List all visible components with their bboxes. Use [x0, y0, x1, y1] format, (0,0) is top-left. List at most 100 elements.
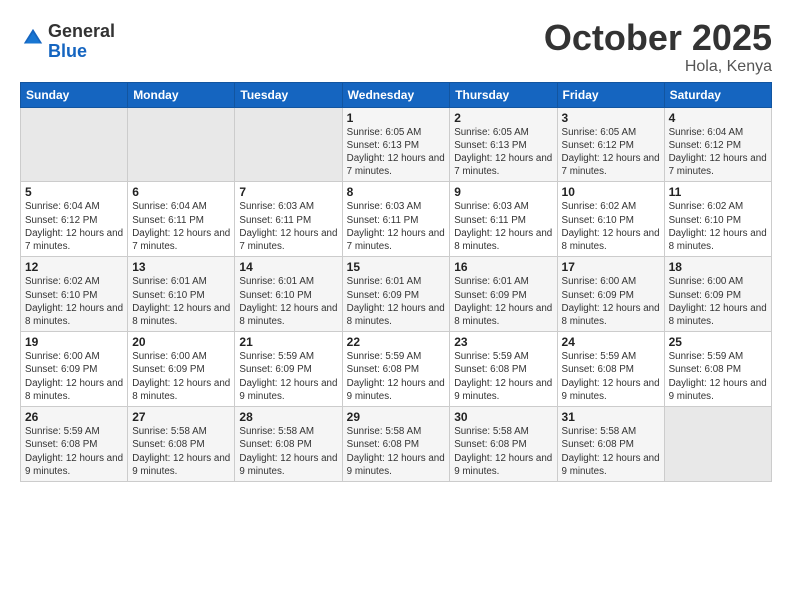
day-number: 19 — [25, 335, 123, 349]
weekday-header-sunday: Sunday — [21, 82, 128, 107]
day-number: 22 — [347, 335, 446, 349]
weekday-header-saturday: Saturday — [664, 82, 771, 107]
day-number: 13 — [132, 260, 230, 274]
location: Hola, Kenya — [544, 58, 772, 76]
calendar-cell: 10Sunrise: 6:02 AM Sunset: 6:10 PM Dayli… — [557, 182, 664, 257]
day-info: Sunrise: 6:03 AM Sunset: 6:11 PM Dayligh… — [239, 200, 337, 253]
day-number: 24 — [562, 335, 660, 349]
calendar-cell: 14Sunrise: 6:01 AM Sunset: 6:10 PM Dayli… — [235, 257, 342, 332]
day-number: 31 — [562, 410, 660, 424]
page-header: General Blue October 2025 Hola, Kenya — [20, 18, 772, 76]
day-info: Sunrise: 6:05 AM Sunset: 6:13 PM Dayligh… — [454, 126, 552, 179]
day-info: Sunrise: 6:03 AM Sunset: 6:11 PM Dayligh… — [454, 200, 552, 253]
day-number: 17 — [562, 260, 660, 274]
day-info: Sunrise: 5:58 AM Sunset: 6:08 PM Dayligh… — [239, 425, 337, 478]
day-number: 8 — [347, 185, 446, 199]
day-number: 1 — [347, 111, 446, 125]
calendar-week-3: 12Sunrise: 6:02 AM Sunset: 6:10 PM Dayli… — [21, 257, 772, 332]
day-number: 15 — [347, 260, 446, 274]
weekday-header-wednesday: Wednesday — [342, 82, 450, 107]
calendar-cell: 21Sunrise: 5:59 AM Sunset: 6:09 PM Dayli… — [235, 332, 342, 407]
calendar-cell: 25Sunrise: 5:59 AM Sunset: 6:08 PM Dayli… — [664, 332, 771, 407]
title-block: October 2025 Hola, Kenya — [544, 18, 772, 76]
day-info: Sunrise: 6:01 AM Sunset: 6:10 PM Dayligh… — [132, 275, 230, 328]
day-number: 5 — [25, 185, 123, 199]
weekday-header-thursday: Thursday — [450, 82, 557, 107]
day-info: Sunrise: 6:02 AM Sunset: 6:10 PM Dayligh… — [25, 275, 123, 328]
calendar-cell: 1Sunrise: 6:05 AM Sunset: 6:13 PM Daylig… — [342, 107, 450, 182]
calendar-cell — [664, 407, 771, 482]
calendar-cell: 30Sunrise: 5:58 AM Sunset: 6:08 PM Dayli… — [450, 407, 557, 482]
day-number: 4 — [669, 111, 767, 125]
calendar-cell: 16Sunrise: 6:01 AM Sunset: 6:09 PM Dayli… — [450, 257, 557, 332]
calendar-cell — [235, 107, 342, 182]
calendar-cell: 31Sunrise: 5:58 AM Sunset: 6:08 PM Dayli… — [557, 407, 664, 482]
calendar-week-2: 5Sunrise: 6:04 AM Sunset: 6:12 PM Daylig… — [21, 182, 772, 257]
day-info: Sunrise: 5:59 AM Sunset: 6:08 PM Dayligh… — [347, 350, 446, 403]
weekday-header-friday: Friday — [557, 82, 664, 107]
calendar-cell: 19Sunrise: 6:00 AM Sunset: 6:09 PM Dayli… — [21, 332, 128, 407]
logo-blue-text: Blue — [48, 41, 87, 61]
day-number: 21 — [239, 335, 337, 349]
day-number: 2 — [454, 111, 552, 125]
day-info: Sunrise: 6:04 AM Sunset: 6:12 PM Dayligh… — [25, 200, 123, 253]
calendar-cell: 8Sunrise: 6:03 AM Sunset: 6:11 PM Daylig… — [342, 182, 450, 257]
day-number: 28 — [239, 410, 337, 424]
day-info: Sunrise: 6:00 AM Sunset: 6:09 PM Dayligh… — [132, 350, 230, 403]
day-info: Sunrise: 6:04 AM Sunset: 6:11 PM Dayligh… — [132, 200, 230, 253]
calendar-week-1: 1Sunrise: 6:05 AM Sunset: 6:13 PM Daylig… — [21, 107, 772, 182]
day-info: Sunrise: 5:58 AM Sunset: 6:08 PM Dayligh… — [132, 425, 230, 478]
calendar-cell: 27Sunrise: 5:58 AM Sunset: 6:08 PM Dayli… — [128, 407, 235, 482]
logo-icon — [22, 27, 44, 49]
calendar-cell: 4Sunrise: 6:04 AM Sunset: 6:12 PM Daylig… — [664, 107, 771, 182]
day-number: 11 — [669, 185, 767, 199]
day-number: 20 — [132, 335, 230, 349]
weekday-header-tuesday: Tuesday — [235, 82, 342, 107]
logo: General Blue — [20, 22, 115, 62]
day-info: Sunrise: 6:05 AM Sunset: 6:13 PM Dayligh… — [347, 126, 446, 179]
day-info: Sunrise: 5:59 AM Sunset: 6:08 PM Dayligh… — [454, 350, 552, 403]
calendar-cell — [128, 107, 235, 182]
calendar-cell: 9Sunrise: 6:03 AM Sunset: 6:11 PM Daylig… — [450, 182, 557, 257]
day-number: 25 — [669, 335, 767, 349]
day-info: Sunrise: 6:00 AM Sunset: 6:09 PM Dayligh… — [562, 275, 660, 328]
day-info: Sunrise: 5:58 AM Sunset: 6:08 PM Dayligh… — [562, 425, 660, 478]
weekday-header-row: SundayMondayTuesdayWednesdayThursdayFrid… — [21, 82, 772, 107]
day-number: 3 — [562, 111, 660, 125]
day-info: Sunrise: 6:05 AM Sunset: 6:12 PM Dayligh… — [562, 126, 660, 179]
weekday-header-monday: Monday — [128, 82, 235, 107]
day-number: 14 — [239, 260, 337, 274]
day-number: 7 — [239, 185, 337, 199]
calendar-cell: 20Sunrise: 6:00 AM Sunset: 6:09 PM Dayli… — [128, 332, 235, 407]
day-info: Sunrise: 6:02 AM Sunset: 6:10 PM Dayligh… — [562, 200, 660, 253]
day-number: 10 — [562, 185, 660, 199]
day-info: Sunrise: 5:58 AM Sunset: 6:08 PM Dayligh… — [347, 425, 446, 478]
day-number: 23 — [454, 335, 552, 349]
day-number: 6 — [132, 185, 230, 199]
calendar-cell: 3Sunrise: 6:05 AM Sunset: 6:12 PM Daylig… — [557, 107, 664, 182]
calendar-cell — [21, 107, 128, 182]
day-info: Sunrise: 5:59 AM Sunset: 6:09 PM Dayligh… — [239, 350, 337, 403]
day-number: 18 — [669, 260, 767, 274]
calendar-cell: 26Sunrise: 5:59 AM Sunset: 6:08 PM Dayli… — [21, 407, 128, 482]
logo-general-text: General — [48, 21, 115, 41]
calendar-table: SundayMondayTuesdayWednesdayThursdayFrid… — [20, 82, 772, 482]
day-info: Sunrise: 5:59 AM Sunset: 6:08 PM Dayligh… — [25, 425, 123, 478]
day-info: Sunrise: 6:01 AM Sunset: 6:09 PM Dayligh… — [347, 275, 446, 328]
calendar-cell: 5Sunrise: 6:04 AM Sunset: 6:12 PM Daylig… — [21, 182, 128, 257]
day-number: 26 — [25, 410, 123, 424]
calendar-cell: 15Sunrise: 6:01 AM Sunset: 6:09 PM Dayli… — [342, 257, 450, 332]
calendar-week-5: 26Sunrise: 5:59 AM Sunset: 6:08 PM Dayli… — [21, 407, 772, 482]
day-info: Sunrise: 6:01 AM Sunset: 6:10 PM Dayligh… — [239, 275, 337, 328]
day-number: 30 — [454, 410, 552, 424]
calendar-cell: 18Sunrise: 6:00 AM Sunset: 6:09 PM Dayli… — [664, 257, 771, 332]
calendar-cell: 2Sunrise: 6:05 AM Sunset: 6:13 PM Daylig… — [450, 107, 557, 182]
day-number: 27 — [132, 410, 230, 424]
calendar-cell: 28Sunrise: 5:58 AM Sunset: 6:08 PM Dayli… — [235, 407, 342, 482]
day-info: Sunrise: 5:59 AM Sunset: 6:08 PM Dayligh… — [562, 350, 660, 403]
day-info: Sunrise: 5:59 AM Sunset: 6:08 PM Dayligh… — [669, 350, 767, 403]
day-info: Sunrise: 6:00 AM Sunset: 6:09 PM Dayligh… — [669, 275, 767, 328]
day-number: 16 — [454, 260, 552, 274]
day-info: Sunrise: 6:02 AM Sunset: 6:10 PM Dayligh… — [669, 200, 767, 253]
calendar-cell: 11Sunrise: 6:02 AM Sunset: 6:10 PM Dayli… — [664, 182, 771, 257]
